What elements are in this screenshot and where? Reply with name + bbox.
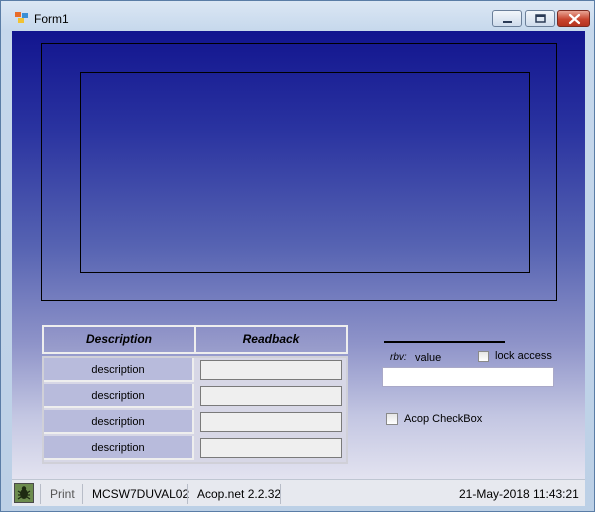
rbv-label: rbv:	[390, 352, 407, 363]
table-row: description	[44, 358, 346, 382]
close-button[interactable]	[557, 10, 590, 27]
title-bar[interactable]: Form1	[1, 1, 594, 31]
print-button[interactable]: Print	[40, 484, 75, 504]
acop-checkbox[interactable]	[386, 413, 398, 425]
rbv-divider	[384, 341, 505, 343]
status-datetime: 21-May-2018 11:43:21	[459, 487, 579, 501]
minimize-button[interactable]	[492, 10, 522, 27]
status-host: MCSW7DUVAL02	[82, 484, 189, 504]
lock-access-checkbox[interactable]	[478, 351, 489, 362]
window-title: Form1	[34, 12, 69, 26]
rbv-input[interactable]	[382, 367, 554, 387]
app-icon	[15, 12, 29, 24]
readback-table-header: Description Readback	[42, 325, 348, 354]
row-readback-field	[200, 386, 342, 406]
form-window: Form1 Description Readback description d…	[0, 0, 595, 512]
maximize-button[interactable]	[525, 10, 555, 27]
header-readback: Readback	[242, 332, 300, 346]
row-description: description	[44, 358, 194, 382]
status-bar: Print MCSW7DUVAL02 Acop.net 2.2.32 21-Ma…	[12, 479, 585, 506]
row-readback-field	[200, 438, 342, 458]
row-readback-field	[200, 360, 342, 380]
bug-icon[interactable]	[14, 483, 34, 503]
row-readback-field	[200, 412, 342, 432]
status-separator	[280, 484, 281, 504]
header-description: Description	[44, 327, 196, 352]
row-description: description	[44, 410, 194, 434]
row-description: description	[44, 384, 194, 408]
readback-table-body: description description description desc…	[42, 356, 348, 464]
close-icon	[568, 13, 581, 25]
table-row: description	[44, 384, 346, 408]
rbv-value-label: value	[415, 352, 442, 364]
row-description: description	[44, 436, 194, 460]
table-row: description	[44, 436, 346, 460]
client-area: Description Readback description descrip…	[12, 31, 585, 479]
lock-access-label[interactable]: lock access	[495, 350, 552, 362]
table-row: description	[44, 410, 346, 434]
display-panel	[80, 72, 530, 273]
acop-checkbox-label[interactable]: Acop CheckBox	[404, 413, 482, 425]
minimize-icon	[503, 21, 512, 23]
maximize-icon	[535, 14, 546, 23]
status-version: Acop.net 2.2.32	[187, 484, 281, 504]
